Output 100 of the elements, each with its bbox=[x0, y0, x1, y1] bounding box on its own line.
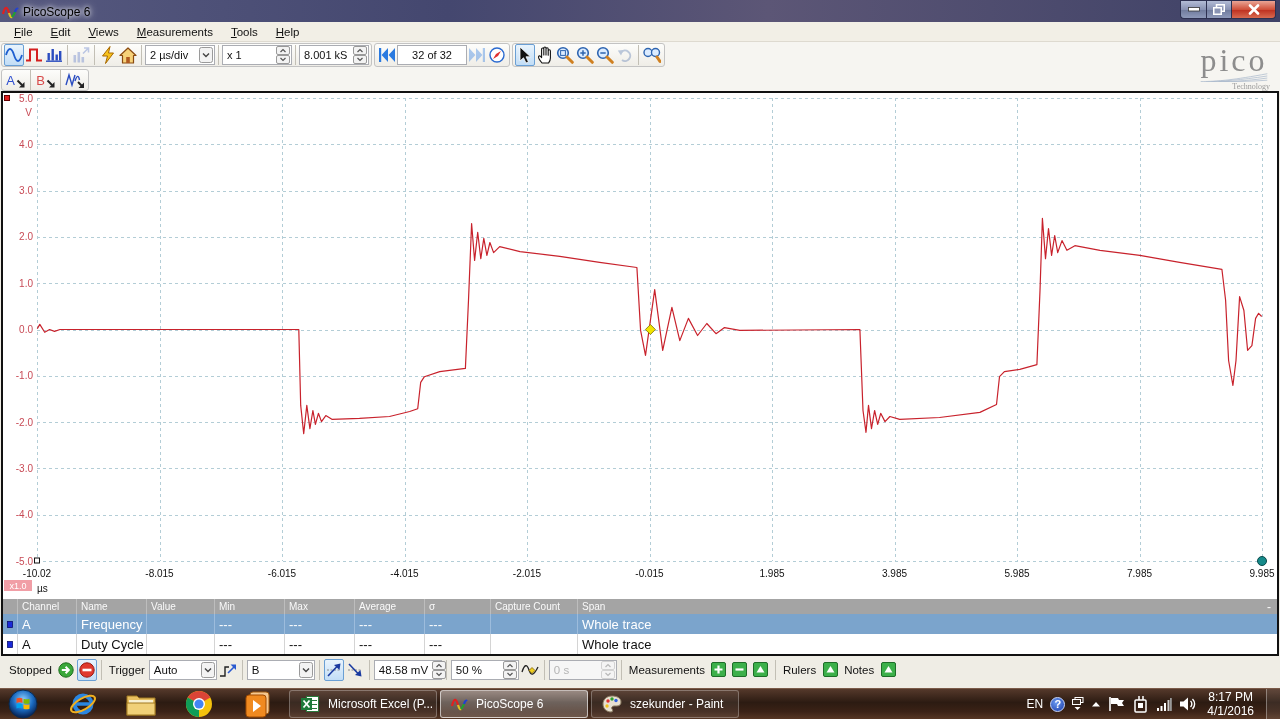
show-desktop-button[interactable] bbox=[1266, 689, 1280, 719]
dropdown[interactable]: B bbox=[246, 659, 315, 680]
table-cell: --- bbox=[354, 634, 424, 654]
flag-icon[interactable] bbox=[1108, 696, 1127, 712]
plus-icon bbox=[711, 662, 727, 677]
axis-tick-label: 3.0 bbox=[19, 185, 33, 197]
axis-tick-label: 5.985 bbox=[1004, 568, 1030, 579]
table-cell: --- bbox=[424, 634, 490, 654]
spin-box[interactable]: x 1 bbox=[222, 45, 292, 65]
axis-tick-label: -4.0 bbox=[15, 509, 33, 521]
clock-time[interactable]: 8:17 PM bbox=[1208, 690, 1253, 704]
arrow-icon bbox=[45, 79, 55, 88]
axis-tick-label: 4.0 bbox=[19, 138, 33, 150]
taskbar-button[interactable]: szekunder - Paint bbox=[591, 690, 739, 718]
restore-icon bbox=[1213, 4, 1225, 15]
close-button[interactable] bbox=[1232, 0, 1276, 19]
axis-unit-label: V bbox=[25, 107, 32, 118]
table-cell: Whole trace bbox=[577, 634, 1277, 654]
play-tile-icon[interactable] bbox=[243, 690, 271, 718]
menu-item[interactable]: Help bbox=[266, 25, 309, 38]
table-cell: --- bbox=[214, 634, 284, 654]
axis-tick-label: -2.0 bbox=[15, 416, 33, 428]
magnifier-icon bbox=[556, 46, 574, 64]
axis-tick-label: -8.015 bbox=[145, 568, 174, 579]
menu-item[interactable]: Views bbox=[79, 25, 128, 38]
toolbar-label: Trigger bbox=[107, 663, 146, 676]
play-icon bbox=[57, 661, 74, 678]
axis-tick-label: 1.0 bbox=[19, 277, 33, 289]
zoom-out-icon bbox=[596, 46, 614, 64]
caret-icon bbox=[298, 661, 313, 678]
toolbar-label: Rulers bbox=[781, 663, 818, 676]
logo-text: pico bbox=[1200, 43, 1268, 77]
double-lens-icon bbox=[643, 46, 661, 64]
dropdown[interactable]: 2 µs/div bbox=[145, 45, 215, 65]
menu-item[interactable]: Edit bbox=[41, 25, 80, 38]
help-button[interactable]: ? bbox=[1050, 696, 1066, 712]
taskbar-button[interactable]: Microsoft Excel (P... bbox=[289, 690, 437, 718]
table-cell: --- bbox=[284, 634, 354, 654]
spreadsheet-icon bbox=[300, 694, 320, 714]
skip-forward-icon bbox=[468, 47, 486, 63]
toolbar-label: Measurements bbox=[627, 663, 706, 676]
minimize-button[interactable] bbox=[1180, 0, 1206, 19]
table-cell: Duty Cycle bbox=[76, 634, 146, 654]
lightning-icon bbox=[101, 46, 115, 64]
start-orb-icon[interactable] bbox=[8, 689, 38, 719]
menu-item[interactable]: Tools bbox=[221, 25, 267, 38]
zoom-in-icon bbox=[576, 46, 594, 64]
axis-tick-label: 3.985 bbox=[882, 568, 907, 579]
table-cell: A bbox=[17, 634, 76, 654]
window-title: PicoScope 6 bbox=[23, 4, 91, 19]
toolbar-button[interactable] bbox=[515, 44, 535, 66]
cursor-icon bbox=[518, 46, 532, 64]
bar-chart-icon bbox=[45, 48, 63, 62]
caret-icon bbox=[199, 47, 213, 63]
caret-icon bbox=[200, 661, 215, 678]
math-wave-icon bbox=[65, 72, 85, 88]
speaker-icon[interactable] bbox=[1179, 696, 1198, 712]
stop-icon bbox=[78, 661, 95, 678]
spinner-arrows-icon bbox=[276, 46, 290, 64]
window-stack-icon[interactable] bbox=[1072, 697, 1085, 711]
axis-tick-label: 9.985 bbox=[1249, 568, 1275, 579]
axis-tick-label: 2.0 bbox=[19, 231, 33, 243]
channel-marker-icon bbox=[4, 95, 10, 101]
channel-button[interactable]: A bbox=[4, 69, 27, 91]
clock-date[interactable]: 4/1/2016 bbox=[1207, 704, 1254, 718]
rising-edge-icon bbox=[325, 661, 342, 678]
menu-item[interactable]: Measurements bbox=[127, 25, 222, 38]
minimize-icon bbox=[1187, 7, 1200, 12]
axis-tick-label: -4.015 bbox=[390, 568, 419, 579]
toolbar-button[interactable] bbox=[323, 658, 344, 681]
arrow-icon bbox=[15, 79, 25, 88]
trigger-marker-icon[interactable] bbox=[645, 324, 656, 335]
dropdown[interactable]: Auto bbox=[148, 659, 217, 680]
language-indicator[interactable]: EN bbox=[1026, 697, 1044, 711]
square-wave-icon bbox=[25, 48, 43, 62]
taskbar-button[interactable]: PicoScope 6 bbox=[440, 690, 588, 718]
plug-icon[interactable] bbox=[1133, 695, 1150, 713]
waveform-icon bbox=[451, 696, 468, 712]
skip-back-icon bbox=[378, 47, 396, 63]
toolbar-button[interactable] bbox=[76, 658, 97, 681]
circle-handle-icon[interactable] bbox=[1257, 556, 1267, 566]
minus-icon bbox=[732, 662, 748, 677]
axis-tick-label: -6.015 bbox=[267, 568, 297, 579]
tricolor-circle-icon[interactable] bbox=[185, 690, 213, 718]
up-arrow-icon[interactable] bbox=[1091, 701, 1102, 707]
signal-bars-icon[interactable] bbox=[1156, 697, 1173, 711]
restore-button[interactable] bbox=[1206, 0, 1232, 19]
menu-item[interactable]: File bbox=[5, 25, 42, 38]
axis-tick-label: -3.0 bbox=[15, 462, 33, 474]
axis-tick-label: 7.985 bbox=[1127, 568, 1152, 579]
channel-button[interactable]: B bbox=[34, 69, 57, 91]
square-handle-icon[interactable] bbox=[34, 557, 40, 564]
spin-box[interactable]: 8.001 kS bbox=[299, 45, 369, 65]
spin-box[interactable]: 50 % bbox=[450, 659, 519, 680]
toolbar-label: Stopped bbox=[8, 663, 53, 676]
axis-tick-label: -5.0 bbox=[15, 555, 33, 567]
axis-tick-label: -1.0 bbox=[15, 370, 33, 382]
compass-icon bbox=[489, 47, 505, 63]
text-field[interactable]: 32 of 32 bbox=[397, 45, 467, 65]
close-icon bbox=[1247, 4, 1260, 15]
